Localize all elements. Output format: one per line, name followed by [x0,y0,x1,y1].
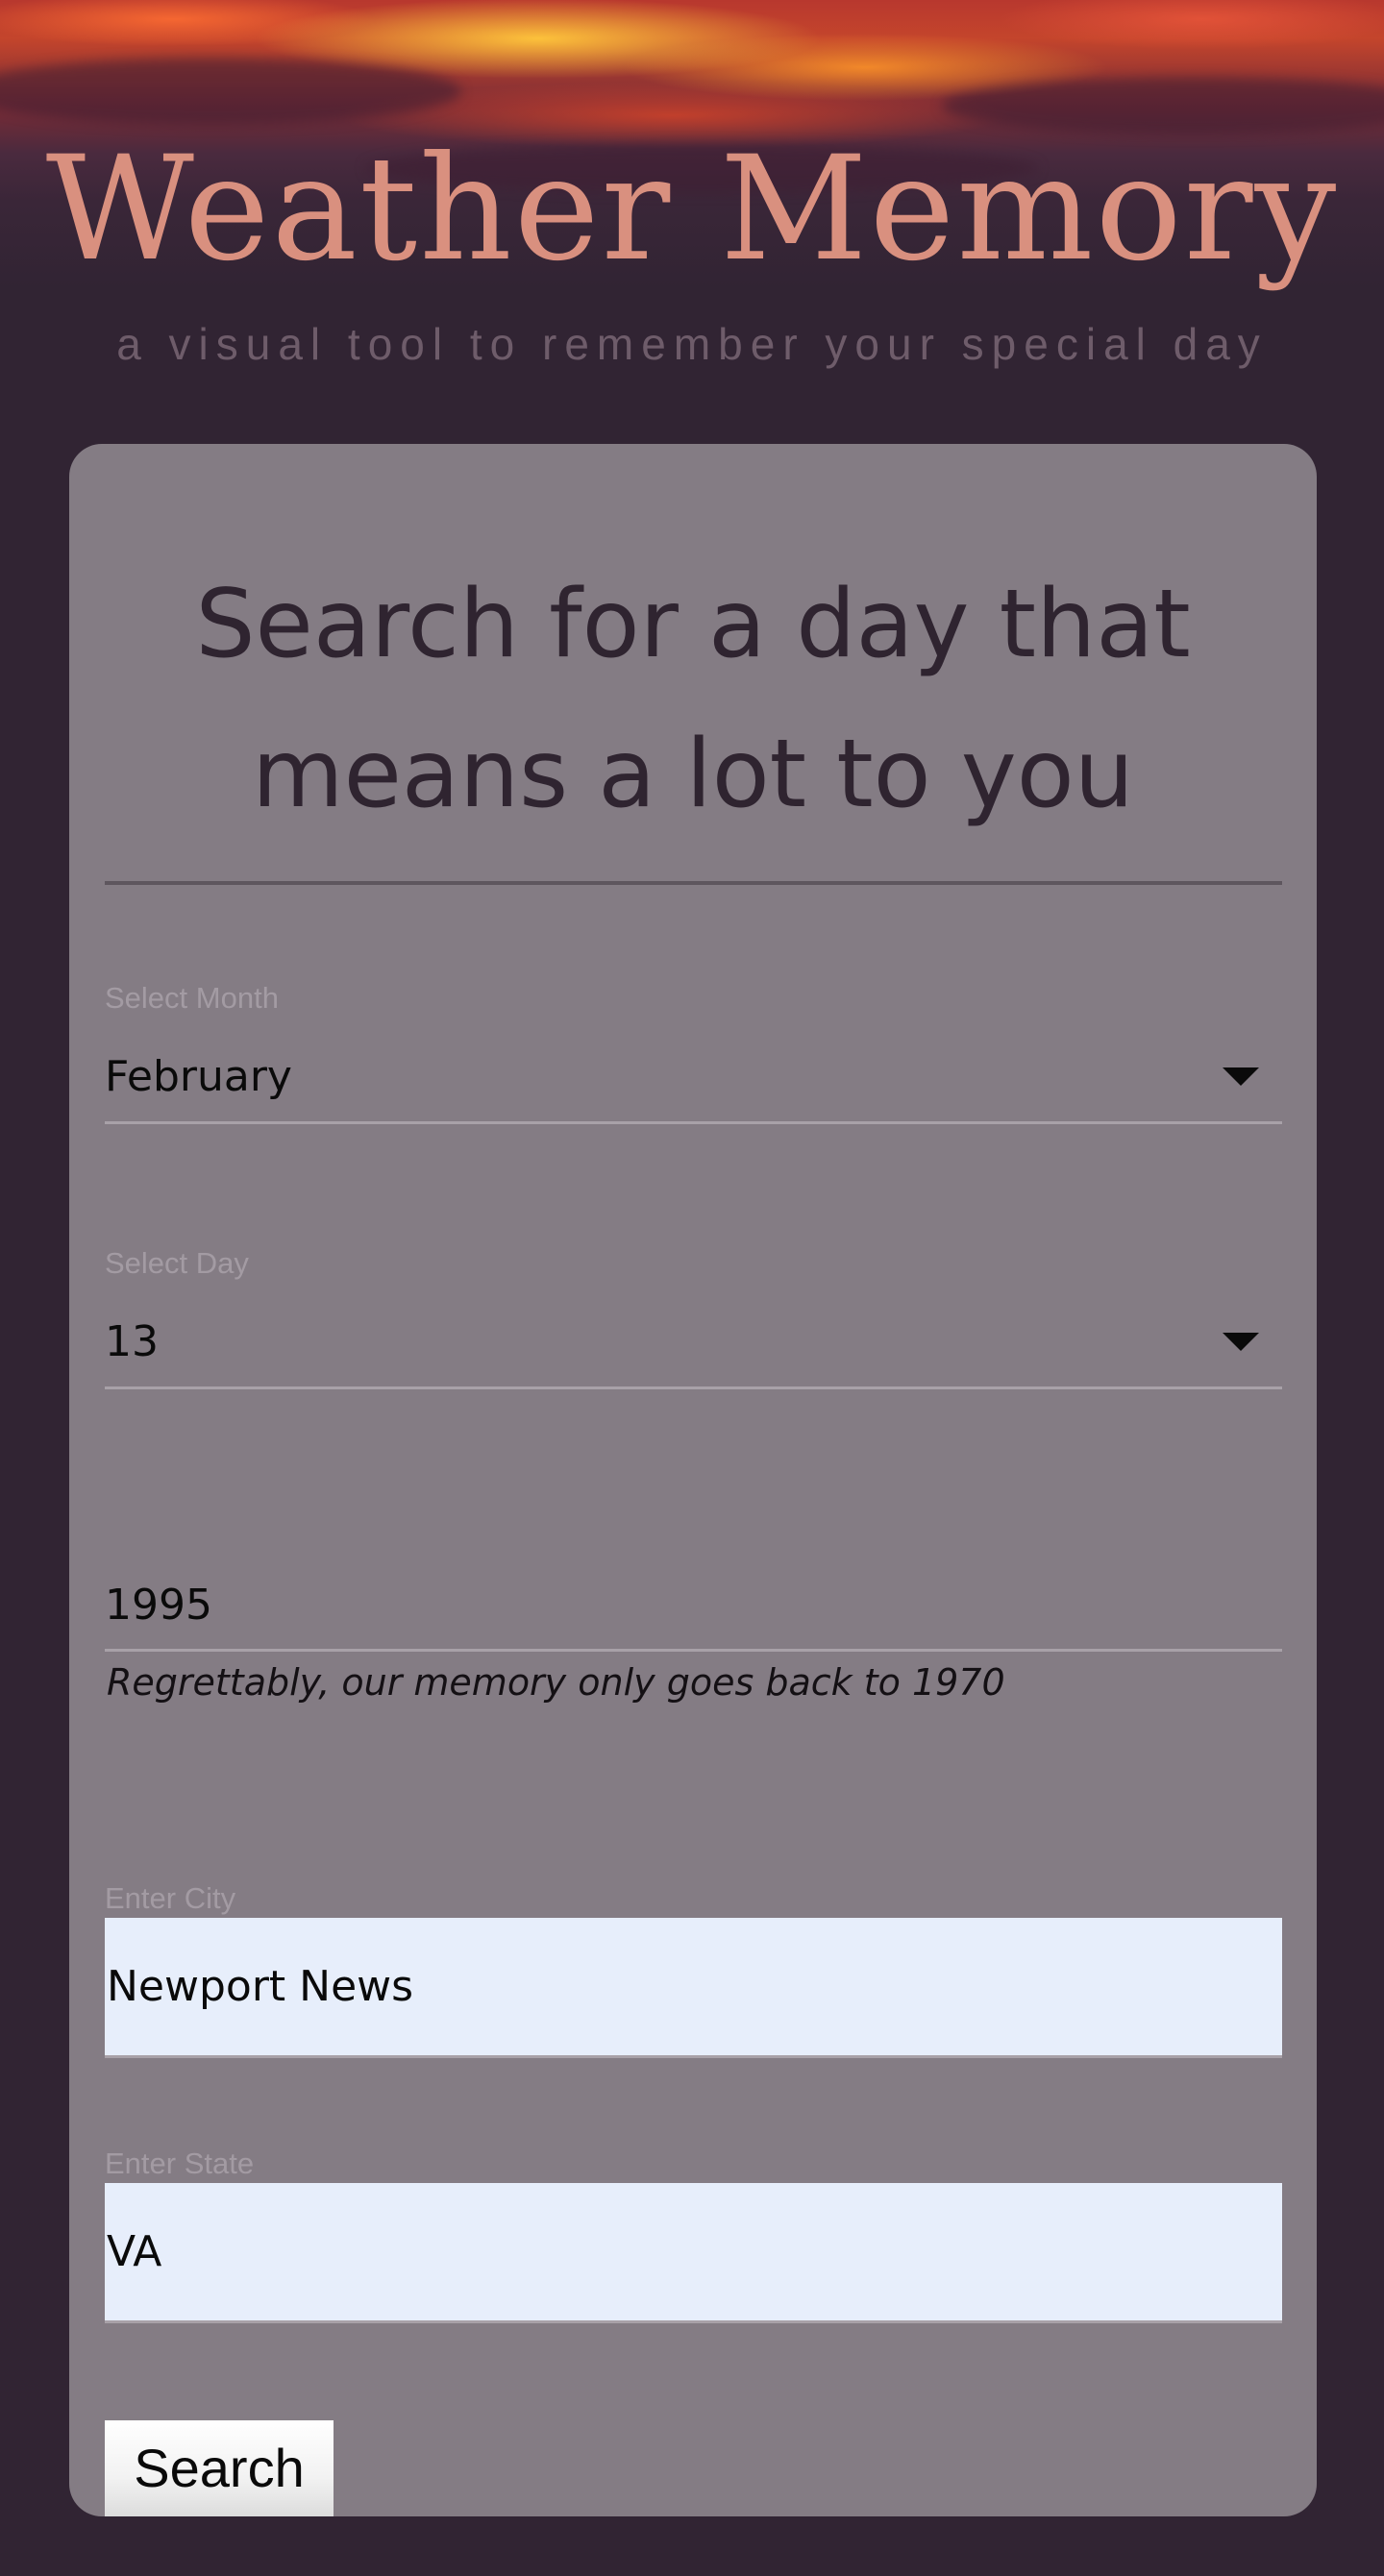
card-heading: Search for a day that means a lot to you [195,570,1191,829]
caret-down-icon [1223,1333,1259,1351]
month-label: Select Month [105,981,279,1015]
year-helper-text: Regrettably, our memory only goes back t… [107,1661,1005,1704]
site-subtitle: a visual tool to remember your special d… [116,319,1268,369]
city-field: Enter City [105,1881,1282,2102]
caret-down-icon [1223,1067,1259,1086]
search-card: Search for a day that means a lot to you… [69,444,1317,2516]
year-input[interactable] [105,1561,1282,1652]
day-label: Select Day [105,1246,249,1280]
search-button[interactable]: Search [105,2420,334,2516]
city-label: Enter City [105,1881,236,1915]
month-select-value: February [105,1052,292,1101]
state-field: Enter State [105,2147,1282,2367]
city-input[interactable] [105,1918,1282,2058]
site-title: Weather Memory [45,126,1339,293]
month-select[interactable]: February [105,1031,1282,1124]
year-field: Regrettably, our memory only goes back t… [105,1561,1282,1754]
day-select[interactable]: 13 [105,1296,1282,1389]
day-field: Select Day 13 [105,1246,1282,1438]
heading-divider [105,881,1282,885]
state-label: Enter State [105,2147,255,2180]
day-select-value: 13 [105,1317,159,1366]
month-field: Select Month February [105,981,1282,1173]
state-input[interactable] [105,2183,1282,2323]
